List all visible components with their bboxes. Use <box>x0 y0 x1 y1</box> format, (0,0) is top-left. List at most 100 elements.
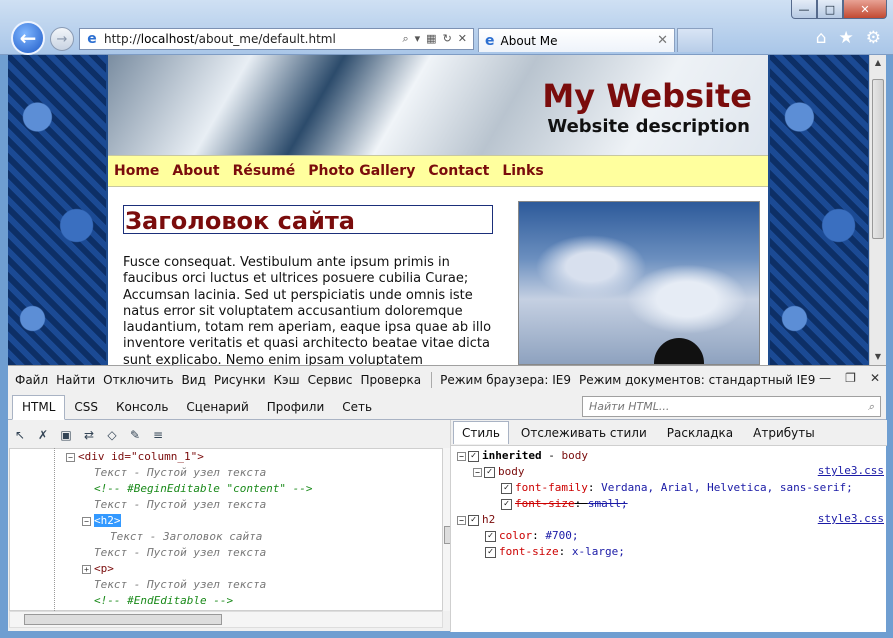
favorites-star-icon[interactable]: ★ <box>839 28 854 48</box>
tree-node-comment-end[interactable]: <!-- #EndEditable --> <box>94 593 233 609</box>
tree-node-div[interactable]: − <div id="column_1"> <box>66 449 204 465</box>
background-pattern-left <box>8 55 106 365</box>
font-size-xlarge-row: ✓ font-size: x-large; <box>485 544 625 560</box>
font-size-prop-overridden[interactable]: font-size <box>515 497 575 510</box>
color-value[interactable]: #700; <box>545 529 578 542</box>
font-size-xlarge-checkbox[interactable]: ✓ <box>485 546 496 558</box>
new-tab-button[interactable] <box>677 28 713 52</box>
font-size-xlarge-value[interactable]: x-large; <box>572 545 625 558</box>
font-size-prop[interactable]: font-size <box>499 545 559 558</box>
inherited-checkbox[interactable]: ✓ <box>468 450 479 462</box>
menu-find[interactable]: Найти <box>56 373 95 387</box>
dropdown-icon[interactable]: ▾ <box>415 32 421 46</box>
tree-node-h2-text[interactable]: Текст - Заголовок сайта <box>110 529 262 545</box>
scroll-up-icon[interactable]: ▲ <box>870 55 886 71</box>
tree-hscroll-thumb[interactable] <box>24 614 222 625</box>
font-family-prop[interactable]: font-family <box>515 481 588 494</box>
tab-network[interactable]: Сеть <box>333 396 381 419</box>
tree-node-empty-text[interactable]: Текст - Пустой узел текста <box>94 497 266 513</box>
tab-attributes[interactable]: Атрибуты <box>745 422 823 444</box>
menu-disable[interactable]: Отключить <box>103 373 173 387</box>
body-rule-checkbox[interactable]: ✓ <box>484 466 495 478</box>
nav-resume[interactable]: Résumé <box>233 163 296 179</box>
tree-node-empty-text[interactable]: Текст - Пустой узел текста <box>94 465 266 481</box>
word-wrap-icon[interactable]: ≡ <box>150 427 166 443</box>
menu-cache[interactable]: Кэш <box>274 373 300 387</box>
collapse-icon[interactable]: − <box>473 468 482 477</box>
back-button[interactable]: ← <box>11 21 45 55</box>
font-size-small-checkbox[interactable]: ✓ <box>501 498 512 510</box>
color-checkbox[interactable]: ✓ <box>485 530 496 542</box>
save-icon[interactable]: ▣ <box>58 427 74 443</box>
close-tab-icon[interactable]: ✕ <box>657 33 674 48</box>
refresh-dom-icon[interactable]: ⇄ <box>81 427 97 443</box>
settings-gear-icon[interactable]: ⚙ <box>866 28 881 48</box>
nav-links[interactable]: Links <box>502 163 543 179</box>
close-window-button[interactable]: ✕ <box>843 0 887 19</box>
collapse-icon[interactable]: − <box>457 452 466 461</box>
devtools-undock-icon[interactable]: ❐ <box>845 371 856 385</box>
collapse-icon[interactable]: − <box>457 516 466 525</box>
compatibility-icon[interactable]: ▦ <box>426 32 436 46</box>
nav-home[interactable]: Home <box>114 163 159 179</box>
refresh-icon[interactable]: ↻ <box>443 32 452 46</box>
clear-outlines-icon[interactable]: ✗ <box>35 427 51 443</box>
font-size-small-row: ✓ font-size: small; <box>501 496 628 512</box>
nav-photo-gallery[interactable]: Photo Gallery <box>308 163 415 179</box>
collapse-icon[interactable]: − <box>82 516 91 526</box>
nav-about[interactable]: About <box>172 163 219 179</box>
find-search-icon[interactable]: ⌕ <box>868 400 874 413</box>
forward-button[interactable]: → <box>50 27 74 51</box>
stop-icon[interactable]: ✕ <box>458 32 467 46</box>
address-bar[interactable]: e http://localhost/about_me/default.html… <box>79 28 474 50</box>
body-source-link[interactable]: style3.css <box>818 464 884 477</box>
tree-horizontal-scrollbar[interactable] <box>9 611 443 628</box>
tab-css[interactable]: CSS <box>65 396 107 419</box>
font-family-checkbox[interactable]: ✓ <box>501 482 512 494</box>
address-url[interactable]: http://localhost/about_me/default.html <box>104 32 402 46</box>
tab-profiler[interactable]: Профили <box>258 396 334 419</box>
nav-contact[interactable]: Contact <box>428 163 489 179</box>
menu-tools[interactable]: Сервис <box>308 373 353 387</box>
expand-icon[interactable]: + <box>82 564 91 574</box>
page-scrollbar[interactable]: ▲ ▼ <box>869 55 886 365</box>
color-prop[interactable]: color <box>499 529 532 542</box>
select-element-icon[interactable]: ↖ <box>12 427 28 443</box>
edit-icon[interactable]: ✎ <box>127 427 143 443</box>
menu-validate[interactable]: Проверка <box>360 373 421 387</box>
search-icon[interactable]: ⌕ <box>402 32 408 46</box>
url-path: /about_me/default.html <box>194 32 336 46</box>
tab-console[interactable]: Консоль <box>107 396 177 419</box>
menu-images[interactable]: Рисунки <box>214 373 266 387</box>
devtools-close-icon[interactable]: ✕ <box>870 371 880 385</box>
browser-tab[interactable]: e About Me ✕ <box>478 28 675 52</box>
tree-node-empty-text[interactable]: Текст - Пустой узел текста <box>94 545 266 561</box>
tab-html[interactable]: HTML <box>12 395 66 420</box>
tab-layout[interactable]: Раскладка <box>659 422 741 444</box>
document-mode-menu[interactable]: Режим документов: стандартный IE9 <box>579 373 815 387</box>
collapse-icon[interactable]: − <box>66 452 75 462</box>
h2-rule-checkbox[interactable]: ✓ <box>468 514 479 526</box>
find-html-input[interactable]: Найти HTML... ⌕ <box>582 396 881 417</box>
tab-trace-styles[interactable]: Отслеживать стили <box>513 422 655 444</box>
devtools-minimize-icon[interactable]: — <box>819 371 831 385</box>
minimize-button[interactable]: — <box>791 0 817 19</box>
h2-source-link[interactable]: style3.css <box>818 512 884 525</box>
tab-script[interactable]: Сценарий <box>177 396 257 419</box>
tree-node-empty-text[interactable]: Текст - Пустой узел текста <box>94 577 266 593</box>
font-size-small-value[interactable]: small; <box>588 497 628 510</box>
font-family-value[interactable]: Verdana, Arial, Helvetica, sans-serif; <box>601 481 853 494</box>
devtools-menubar: Файл Найти Отключить Вид Рисунки Кэш Сер… <box>8 366 886 393</box>
element-source-icon[interactable]: ◇ <box>104 427 120 443</box>
tree-node-p[interactable]: + <p> <box>82 561 114 577</box>
maximize-button[interactable]: □ <box>817 0 843 19</box>
menu-file[interactable]: Файл <box>15 373 48 387</box>
tab-style[interactable]: Стиль <box>453 421 509 444</box>
home-icon[interactable]: ⌂ <box>816 28 827 48</box>
page-scroll-thumb[interactable] <box>872 79 884 239</box>
browser-mode-menu[interactable]: Режим браузера: IE9 <box>440 373 571 387</box>
scroll-down-icon[interactable]: ▼ <box>870 349 886 365</box>
tree-node-h2[interactable]: − <h2> <box>82 513 121 529</box>
tree-node-comment-begin[interactable]: <!-- #BeginEditable "content" --> <box>94 481 313 497</box>
menu-view[interactable]: Вид <box>182 373 206 387</box>
